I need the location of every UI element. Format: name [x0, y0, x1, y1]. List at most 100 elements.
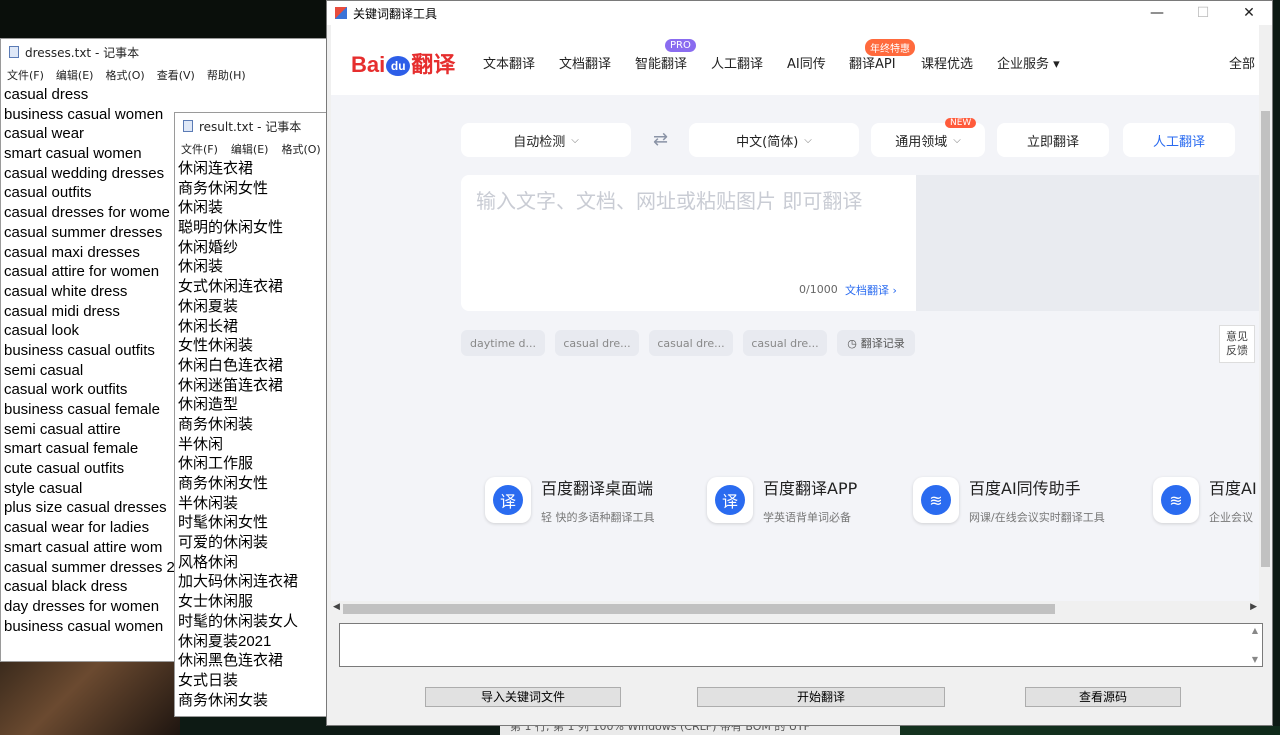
keyword-translate-window[interactable]: 关键词翻译工具 — ☐ ✕ Bai du 翻译 文本翻译 文档翻译 智能翻译 PRO…: [326, 0, 1273, 726]
history-chip[interactable]: casual dre...: [743, 330, 827, 356]
source-language-select[interactable]: 自动检测 ⌵: [461, 123, 631, 157]
desktop-photo-strip: [900, 726, 1280, 735]
menu-edit[interactable]: 编辑(E): [231, 141, 269, 157]
input-placeholder: 输入文字、文档、网址或粘贴图片 即可翻译: [476, 189, 863, 213]
text-line: 时髦的休闲装女人: [178, 612, 299, 630]
scroll-right-icon: ▶: [1250, 602, 1257, 612]
menu-format[interactable]: 格式(O): [105, 67, 144, 83]
nav-doc-translate[interactable]: 文档翻译: [559, 53, 611, 72]
scroll-left-icon: ◀: [333, 602, 340, 612]
browser-vertical-scrollbar[interactable]: [1259, 25, 1272, 617]
text-line: 休闲装: [178, 199, 224, 217]
human-translate-button[interactable]: 人工翻译: [1123, 123, 1235, 157]
notepad-title: dresses.txt - 记事本: [25, 45, 140, 60]
history-chip[interactable]: daytime d...: [461, 330, 545, 356]
source-text-input[interactable]: 输入文字、文档、网址或粘贴图片 即可翻译 0/1000 文档翻译 ›: [461, 175, 916, 311]
notepad-text-area[interactable]: 休闲连衣裙 商务休闲女性 休闲装 聪明的休闲女性 休闲婚纱 休闲装 女式休闲连衣裙 休闲夏装休…: [175, 159, 328, 710]
import-keywords-button[interactable]: 导入关键词文件: [425, 687, 621, 707]
text-line: 休闲白色连衣裙: [178, 356, 284, 374]
text-line: 女式日装: [178, 671, 239, 689]
feedback-button[interactable]: 意见 反馈: [1219, 325, 1255, 363]
menu-format[interactable]: 格式(O): [281, 141, 320, 157]
new-badge: NEW: [945, 118, 977, 128]
scroll-down-icon[interactable]: ▼: [1252, 655, 1258, 664]
doc-translate-link[interactable]: 文档翻译 ›: [845, 282, 897, 298]
text-line: casual dress: [4, 86, 89, 103]
audio-wave-icon: ≋: [913, 477, 959, 523]
text-line: 风格休闲: [178, 553, 239, 571]
text-line: 休闲夏装: [178, 297, 239, 315]
start-translate-button[interactable]: 开始翻译: [697, 687, 945, 707]
minimize-button[interactable]: —: [1134, 5, 1180, 21]
text-line: 半休闲: [178, 435, 224, 453]
menu-file[interactable]: 文件(F): [7, 67, 44, 83]
notepad-menu-bar: 文件(F) 编辑(E) 格式(O): [175, 139, 328, 159]
text-line: 休闲婚纱: [178, 238, 239, 256]
text-line: 女士休闲服: [178, 593, 254, 611]
clock-icon: ◷: [847, 336, 857, 350]
domain-select[interactable]: 通用领域 ⌵: [871, 123, 985, 157]
swap-languages-icon[interactable]: ⇄: [653, 129, 668, 150]
translate-now-button[interactable]: 立即翻译: [997, 123, 1109, 157]
baidu-nav-bar: Bai du 翻译 文本翻译 文档翻译 智能翻译 PRO 人工翻译 AI同传 翻译A…: [331, 25, 1259, 95]
text-line: 休闲迷笛连衣裙: [178, 376, 284, 394]
desktop-background: [0, 0, 326, 38]
notepad-title-bar[interactable]: result.txt - 记事本: [175, 113, 328, 139]
notepad-title: result.txt - 记事本: [199, 119, 302, 134]
nav-human-translate[interactable]: 人工翻译: [711, 53, 763, 72]
audio-wave-icon: ≋: [1153, 477, 1199, 523]
notepad-menu-bar: 文件(F) 编辑(E) 格式(O) 查看(V) 帮助(H): [1, 65, 339, 85]
history-chip[interactable]: casual dre...: [649, 330, 733, 356]
maximize-button[interactable]: ☐: [1180, 5, 1226, 21]
window-title-bar[interactable]: 关键词翻译工具 — ☐ ✕: [327, 1, 1272, 25]
close-button[interactable]: ✕: [1226, 5, 1272, 21]
desktop-photo: [0, 660, 180, 735]
text-line: 休闲夏装2021: [178, 632, 272, 650]
translation-output: [916, 175, 1259, 311]
char-count: 0/1000: [799, 283, 838, 296]
notepad-result-window[interactable]: result.txt - 记事本 文件(F) 编辑(E) 格式(O) 休闲连衣裙…: [174, 112, 329, 717]
chevron-down-icon: ⌵: [804, 134, 812, 146]
text-line: 休闲黑色连衣裙: [178, 652, 284, 670]
text-line: 商务休闲女装: [178, 691, 269, 709]
log-textbox[interactable]: ▲ ▼: [339, 623, 1263, 667]
menu-view[interactable]: 查看(V): [157, 67, 195, 83]
baidu-translate-logo[interactable]: Bai du 翻译: [351, 47, 455, 79]
text-line: 可爱的休闲装: [178, 534, 269, 552]
scroll-up-icon[interactable]: ▲: [1252, 626, 1258, 635]
menu-file[interactable]: 文件(F): [181, 141, 218, 157]
notepad-icon: [9, 46, 19, 58]
text-line: 半休闲装: [178, 494, 239, 512]
target-language-select[interactable]: 中文(简体) ⌵: [689, 123, 859, 157]
browser-horizontal-scrollbar[interactable]: ◀ ▶: [331, 601, 1259, 617]
text-line: 休闲长裙: [178, 317, 239, 335]
text-line: 聪明的休闲女性: [178, 219, 284, 237]
embedded-browser: Bai du 翻译 文本翻译 文档翻译 智能翻译 PRO 人工翻译 AI同传 翻译A…: [331, 25, 1259, 617]
history-chip[interactable]: casual dre...: [555, 330, 639, 356]
nav-ai-interpret[interactable]: AI同传: [787, 53, 826, 72]
pro-badge: PRO: [665, 39, 696, 52]
text-line: 休闲装: [178, 258, 224, 276]
nav-courses[interactable]: 课程优选: [921, 53, 973, 72]
nav-smart-translate[interactable]: 智能翻译: [635, 53, 687, 72]
view-source-button[interactable]: 查看源码: [1025, 687, 1181, 707]
text-line: 商务休闲女性: [178, 475, 269, 492]
translate-app-icon: 译: [485, 477, 531, 523]
sale-badge: 年终特惠: [865, 39, 915, 56]
window-title: 关键词翻译工具: [353, 6, 438, 21]
text-line: 休闲连衣裙: [178, 160, 254, 177]
notepad-title-bar[interactable]: dresses.txt - 记事本: [1, 39, 339, 65]
nav-enterprise[interactable]: 企业服务 ▾: [997, 53, 1060, 72]
app-icon: [335, 7, 347, 19]
menu-edit[interactable]: 编辑(E): [56, 67, 94, 83]
text-line: 时髦休闲女性: [178, 514, 269, 532]
nav-text-translate[interactable]: 文本翻译: [483, 53, 535, 72]
translate-app-icon: 译: [707, 477, 753, 523]
menu-help[interactable]: 帮助(H): [207, 67, 246, 83]
nav-all[interactable]: 全部: [1229, 53, 1255, 72]
text-line: 休闲造型: [178, 396, 239, 414]
text-line: 休闲工作服: [178, 455, 254, 473]
history-records-button[interactable]: ◷ 翻译记录: [837, 330, 915, 356]
text-line: 女式休闲连衣裙: [178, 278, 284, 296]
chevron-down-icon: ⌵: [571, 134, 579, 146]
